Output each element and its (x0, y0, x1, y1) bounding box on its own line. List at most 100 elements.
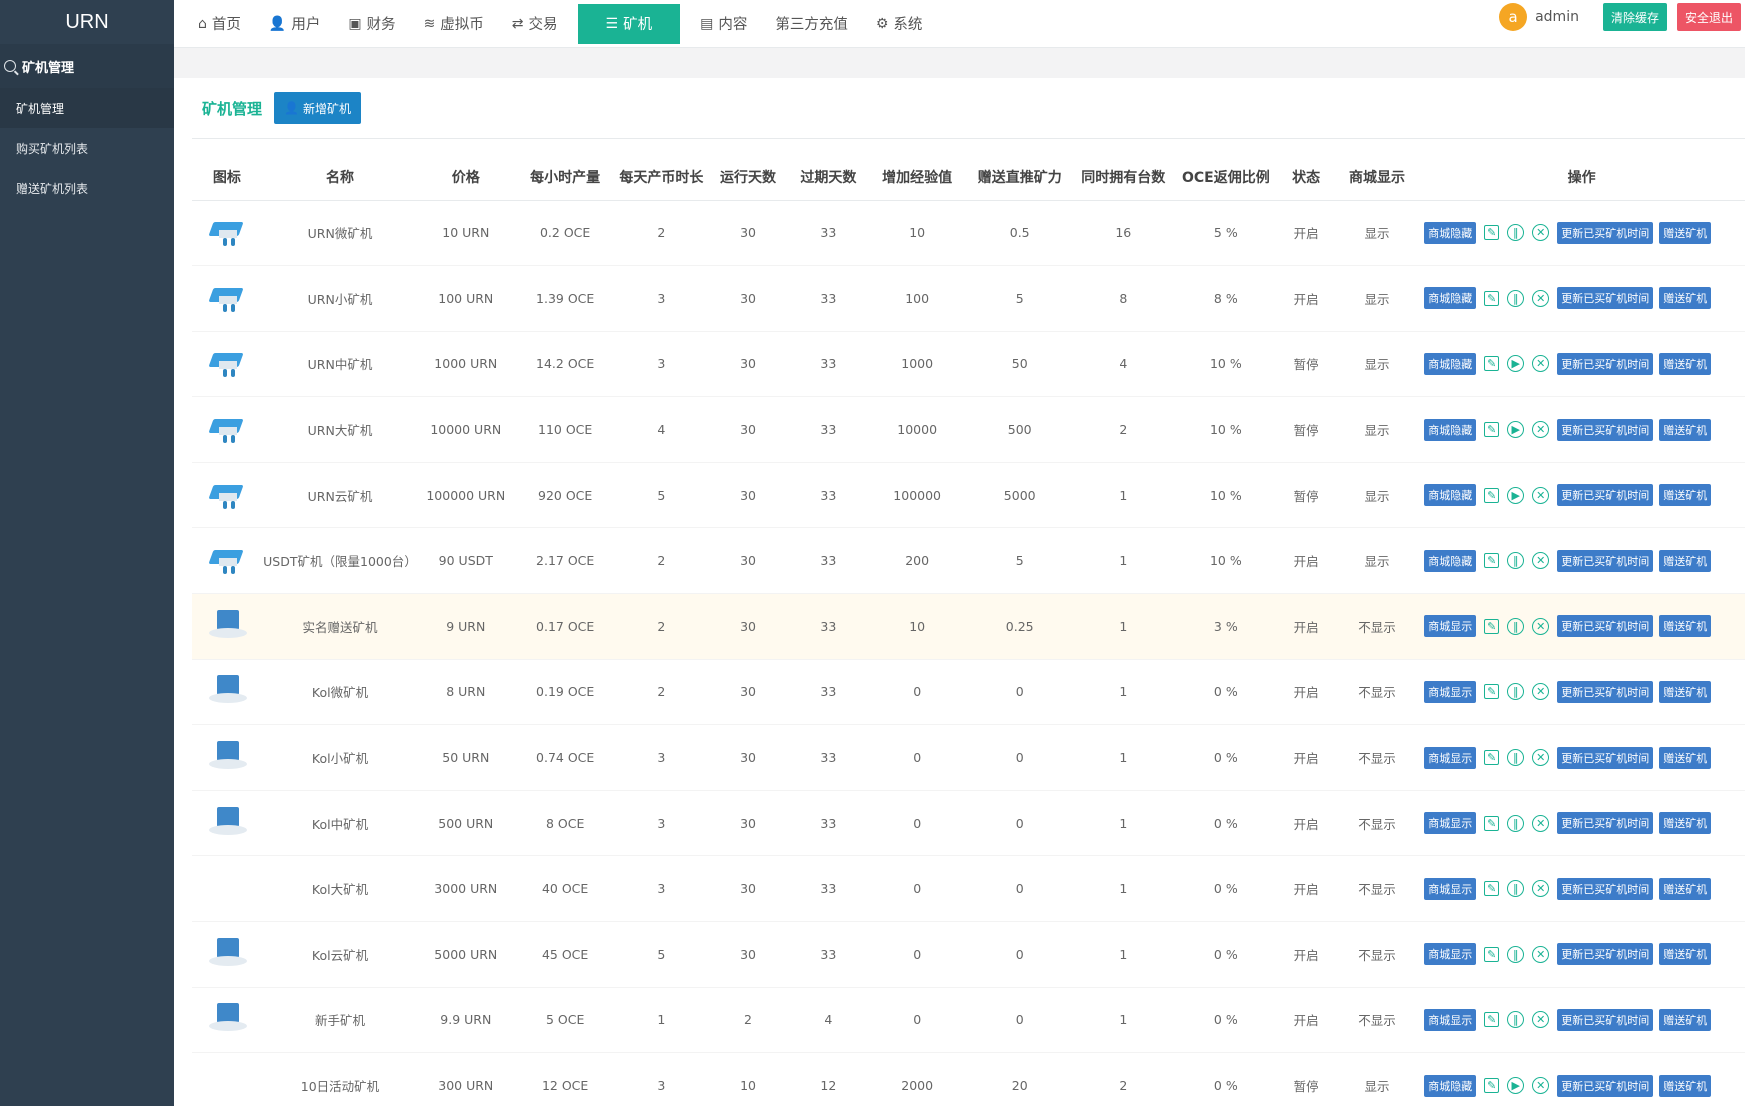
update-purchase-time-button[interactable]: 更新已买矿机时间 (1557, 877, 1654, 900)
shop-toggle-button[interactable]: 商城显示 (1424, 615, 1477, 638)
update-purchase-time-button[interactable]: 更新已买矿机时间 (1557, 746, 1654, 769)
edit-icon[interactable]: ✎ (1484, 946, 1500, 962)
sidebar-item-purchased-miners[interactable]: 购买矿机列表 (0, 128, 174, 168)
shop-toggle-button[interactable]: 商城显示 (1424, 1008, 1477, 1031)
edit-icon[interactable]: ✎ (1484, 684, 1500, 700)
nav-trade[interactable]: ⇄ 交易 (498, 4, 572, 44)
edit-icon[interactable]: ✎ (1484, 422, 1500, 438)
sidebar-item-gifted-miners[interactable]: 赠送矿机列表 (0, 168, 174, 208)
edit-icon[interactable]: ✎ (1484, 225, 1500, 241)
pause-icon[interactable]: ‖ (1507, 1011, 1525, 1029)
gift-miner-button[interactable]: 赠送矿机 (1659, 549, 1712, 572)
sidebar-section-header[interactable]: 矿机管理 (0, 44, 174, 88)
shop-toggle-button[interactable]: 商城隐藏 (1424, 549, 1477, 572)
update-purchase-time-button[interactable]: 更新已买矿机时间 (1557, 680, 1654, 703)
close-circle-icon[interactable]: ✕ (1532, 945, 1550, 963)
pause-icon[interactable]: ‖ (1507, 945, 1525, 963)
shop-toggle-button[interactable]: 商城隐藏 (1424, 221, 1477, 244)
edit-icon[interactable]: ✎ (1484, 1012, 1500, 1028)
logout-button[interactable]: 安全退出 (1676, 3, 1741, 31)
close-circle-icon[interactable]: ✕ (1532, 224, 1550, 242)
update-purchase-time-button[interactable]: 更新已买矿机时间 (1557, 943, 1654, 966)
close-circle-icon[interactable]: ✕ (1532, 683, 1550, 701)
gift-miner-button[interactable]: 赠送矿机 (1659, 221, 1712, 244)
close-circle-icon[interactable]: ✕ (1532, 355, 1550, 373)
edit-icon[interactable]: ✎ (1484, 1078, 1500, 1094)
nav-miner[interactable]: ☰ 矿机 (577, 3, 681, 44)
nav-system[interactable]: ⚙ 系统 (862, 4, 937, 44)
update-purchase-time-button[interactable]: 更新已买矿机时间 (1557, 812, 1654, 835)
nav-home[interactable]: ⌂ 首页 (184, 4, 255, 44)
shop-toggle-button[interactable]: 商城隐藏 (1424, 1074, 1477, 1097)
nav-crypto[interactable]: ≋ 虚拟币 (410, 4, 498, 44)
close-circle-icon[interactable]: ✕ (1532, 1011, 1550, 1029)
username[interactable]: admin (1535, 9, 1579, 25)
close-circle-icon[interactable]: ✕ (1532, 486, 1550, 504)
gift-miner-button[interactable]: 赠送矿机 (1659, 877, 1712, 900)
pause-icon[interactable]: ‖ (1507, 749, 1525, 767)
nav-finance[interactable]: ▣ 财务 (334, 4, 409, 44)
edit-icon[interactable]: ✎ (1484, 553, 1500, 569)
pause-icon[interactable]: ‖ (1507, 289, 1525, 307)
close-circle-icon[interactable]: ✕ (1532, 749, 1550, 767)
shop-toggle-button[interactable]: 商城显示 (1424, 812, 1477, 835)
sidebar-item-miner-management[interactable]: 矿机管理 (0, 88, 174, 128)
edit-icon[interactable]: ✎ (1484, 356, 1500, 372)
edit-icon[interactable]: ✎ (1484, 290, 1500, 306)
update-purchase-time-button[interactable]: 更新已买矿机时间 (1557, 1074, 1654, 1097)
gift-miner-button[interactable]: 赠送矿机 (1659, 484, 1712, 507)
close-circle-icon[interactable]: ✕ (1532, 1077, 1550, 1095)
gift-miner-button[interactable]: 赠送矿机 (1659, 746, 1712, 769)
close-circle-icon[interactable]: ✕ (1532, 617, 1550, 635)
shop-toggle-button[interactable]: 商城显示 (1424, 680, 1477, 703)
play-icon[interactable]: ▶ (1507, 1077, 1525, 1095)
pause-icon[interactable]: ‖ (1507, 880, 1525, 898)
edit-icon[interactable]: ✎ (1484, 815, 1500, 831)
close-circle-icon[interactable]: ✕ (1532, 552, 1550, 570)
pause-icon[interactable]: ‖ (1507, 224, 1525, 242)
close-circle-icon[interactable]: ✕ (1532, 814, 1550, 832)
edit-icon[interactable]: ✎ (1484, 881, 1500, 897)
edit-icon[interactable]: ✎ (1484, 618, 1500, 634)
shop-toggle-button[interactable]: 商城隐藏 (1424, 287, 1477, 310)
close-circle-icon[interactable]: ✕ (1532, 289, 1550, 307)
gift-miner-button[interactable]: 赠送矿机 (1659, 1074, 1712, 1097)
gift-miner-button[interactable]: 赠送矿机 (1659, 287, 1712, 310)
update-purchase-time-button[interactable]: 更新已买矿机时间 (1557, 1008, 1654, 1031)
edit-icon[interactable]: ✎ (1484, 487, 1500, 503)
pause-icon[interactable]: ‖ (1507, 683, 1525, 701)
shop-toggle-button[interactable]: 商城隐藏 (1424, 484, 1477, 507)
gift-miner-button[interactable]: 赠送矿机 (1659, 812, 1712, 835)
gift-miner-button[interactable]: 赠送矿机 (1659, 352, 1712, 375)
play-icon[interactable]: ▶ (1507, 355, 1525, 373)
nav-users[interactable]: 👤 用户 (255, 4, 334, 44)
gift-miner-button[interactable]: 赠送矿机 (1659, 418, 1712, 441)
gift-miner-button[interactable]: 赠送矿机 (1659, 615, 1712, 638)
pause-icon[interactable]: ‖ (1507, 552, 1525, 570)
nav-content[interactable]: ▤ 内容 (686, 4, 761, 44)
pause-icon[interactable]: ‖ (1507, 814, 1525, 832)
shop-toggle-button[interactable]: 商城显示 (1424, 877, 1477, 900)
shop-toggle-button[interactable]: 商城隐藏 (1424, 352, 1477, 375)
update-purchase-time-button[interactable]: 更新已买矿机时间 (1557, 221, 1654, 244)
gift-miner-button[interactable]: 赠送矿机 (1659, 680, 1712, 703)
update-purchase-time-button[interactable]: 更新已买矿机时间 (1557, 484, 1654, 507)
pause-icon[interactable]: ‖ (1507, 617, 1525, 635)
edit-icon[interactable]: ✎ (1484, 750, 1500, 766)
play-icon[interactable]: ▶ (1507, 421, 1525, 439)
add-miner-button[interactable]: 👤 新增矿机 (274, 92, 361, 124)
clear-cache-button[interactable]: 清除缓存 (1602, 3, 1667, 31)
update-purchase-time-button[interactable]: 更新已买矿机时间 (1557, 352, 1654, 375)
brand-logo[interactable]: URN (0, 0, 174, 44)
shop-toggle-button[interactable]: 商城隐藏 (1424, 418, 1477, 441)
update-purchase-time-button[interactable]: 更新已买矿机时间 (1557, 549, 1654, 572)
play-icon[interactable]: ▶ (1507, 486, 1525, 504)
gift-miner-button[interactable]: 赠送矿机 (1659, 1008, 1712, 1031)
avatar[interactable]: a (1499, 3, 1528, 31)
close-circle-icon[interactable]: ✕ (1532, 880, 1550, 898)
shop-toggle-button[interactable]: 商城显示 (1424, 746, 1477, 769)
update-purchase-time-button[interactable]: 更新已买矿机时间 (1557, 615, 1654, 638)
update-purchase-time-button[interactable]: 更新已买矿机时间 (1557, 418, 1654, 441)
close-circle-icon[interactable]: ✕ (1532, 421, 1550, 439)
update-purchase-time-button[interactable]: 更新已买矿机时间 (1557, 287, 1654, 310)
